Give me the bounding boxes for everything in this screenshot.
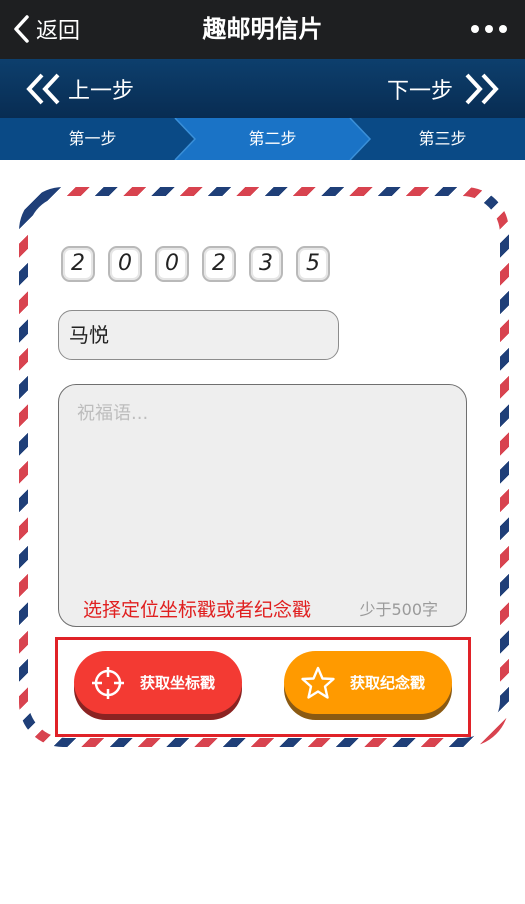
step-tab-1[interactable]: 第一步: [0, 118, 185, 160]
get-location-stamp-button[interactable]: 获取坐标戳: [74, 651, 242, 714]
crosshair-icon: [92, 666, 124, 699]
zip-digit-box[interactable]: 2: [61, 246, 95, 282]
double-chevron-left-icon: [26, 73, 60, 105]
step-tab-3[interactable]: 第三步: [360, 118, 525, 160]
more-dot-icon: [485, 25, 493, 33]
zip-digit-box[interactable]: 3: [249, 246, 283, 282]
top-bar: 返回 趣邮明信片: [0, 0, 525, 59]
back-label: 返回: [36, 19, 81, 44]
commemorative-stamp-label: 获取纪念戳: [350, 674, 426, 692]
more-dot-icon: [499, 25, 507, 33]
previous-step-label: 上一步: [68, 79, 135, 104]
location-stamp-label: 获取坐标戳: [140, 674, 216, 692]
more-dot-icon: [471, 25, 479, 33]
step-navigation: 上一步 下一步: [0, 59, 525, 118]
next-step-button[interactable]: 下一步: [387, 71, 499, 107]
get-commemorative-stamp-button[interactable]: 获取纪念戳: [284, 651, 452, 714]
previous-step-button[interactable]: 上一步: [26, 71, 134, 107]
char-limit-text: 少于500字: [359, 600, 438, 619]
zip-digit-box[interactable]: 0: [155, 246, 189, 282]
step-tab-2[interactable]: 第二步: [185, 118, 360, 160]
step-progress-bar: 第一步 第二步 第三步: [0, 118, 525, 160]
stamp-hint-text: 选择定位坐标戳或者纪念戳: [83, 599, 312, 621]
zip-code-boxes: 2 0 0 2 3 5: [61, 246, 343, 282]
zip-digit-box[interactable]: 5: [296, 246, 330, 282]
zip-digit-box[interactable]: 0: [108, 246, 142, 282]
chevron-left-icon: [14, 15, 29, 43]
next-step-label: 下一步: [386, 79, 453, 104]
recipient-name-field[interactable]: 马悦: [58, 310, 339, 360]
back-button[interactable]: 返回: [12, 12, 80, 46]
greeting-textarea[interactable]: 祝福语... 选择定位坐标戳或者纪念戳 少于500字: [58, 384, 467, 627]
zip-digit-box[interactable]: 2: [202, 246, 236, 282]
star-icon: [301, 666, 335, 699]
more-options-button[interactable]: [471, 19, 507, 39]
greeting-placeholder: 祝福语...: [77, 403, 149, 424]
double-chevron-right-icon: [465, 73, 499, 105]
